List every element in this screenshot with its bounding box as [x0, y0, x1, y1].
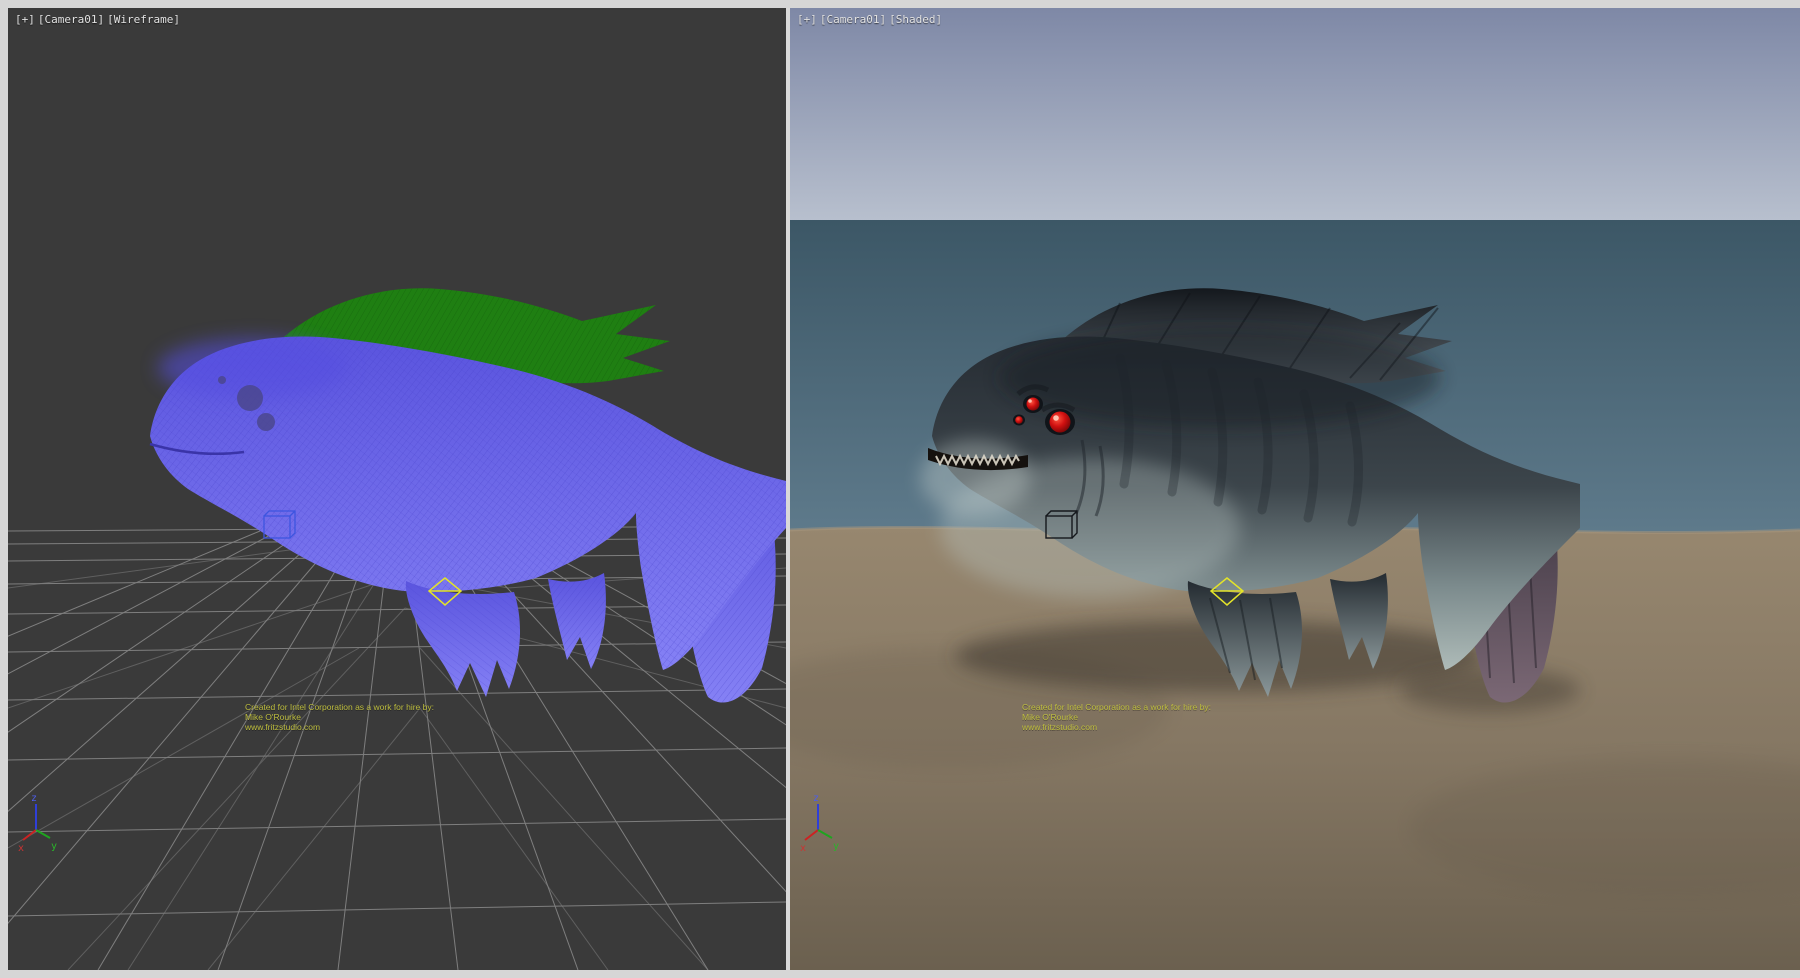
- fish-model-wireframe[interactable]: [150, 288, 786, 702]
- credit-line-1: Created for Intel Corporation as a work …: [245, 702, 434, 712]
- viewport-menu-shading[interactable]: [Wireframe]: [107, 13, 180, 26]
- viewport-menu-shading[interactable]: [Shaded]: [889, 13, 942, 26]
- viewport-menu-plus[interactable]: [+]: [15, 13, 35, 26]
- credit-line-1: Created for Intel Corporation as a work …: [1022, 702, 1211, 712]
- viewport-menu-camera[interactable]: [Camera01]: [38, 13, 104, 26]
- eye-spot: [237, 385, 263, 411]
- axis-x-label: x: [800, 843, 806, 854]
- axis-z-label: z: [31, 793, 37, 804]
- viewport-label-left: [+] [Camera01] [Wireframe]: [15, 13, 180, 26]
- viewport-label-right: [+] [Camera01] [Shaded]: [797, 13, 942, 26]
- credit-line-3: www.fritzstudio.com: [245, 722, 434, 732]
- world-axis-gizmo: z x y: [800, 790, 844, 854]
- viewport-menu-camera[interactable]: [Camera01]: [820, 13, 886, 26]
- axis-y-label: y: [51, 841, 57, 852]
- axis-y-label: y: [833, 841, 839, 852]
- credit-text: Created for Intel Corporation as a work …: [245, 702, 434, 732]
- credit-line-3: www.fritzstudio.com: [1022, 722, 1211, 732]
- viewport-shaded[interactable]: [+] [Camera01] [Shaded]: [790, 8, 1800, 970]
- credit-line-2: Mike O'Rourke: [245, 712, 434, 722]
- sky: [790, 8, 1800, 222]
- credit-text: Created for Intel Corporation as a work …: [1022, 702, 1211, 732]
- shaded-scene[interactable]: [790, 8, 1800, 970]
- axis-x-label: x: [18, 843, 24, 854]
- wireframe-scene[interactable]: [8, 8, 786, 970]
- axis-z-label: z: [813, 793, 819, 804]
- world-axis-gizmo: z x y: [18, 790, 62, 854]
- viewport-menu-plus[interactable]: [+]: [797, 13, 817, 26]
- credit-line-2: Mike O'Rourke: [1022, 712, 1211, 722]
- nostril-spot: [218, 376, 226, 384]
- viewport-wireframe[interactable]: [+] [Camera01] [Wireframe]: [8, 8, 786, 970]
- eye-spot: [257, 413, 275, 431]
